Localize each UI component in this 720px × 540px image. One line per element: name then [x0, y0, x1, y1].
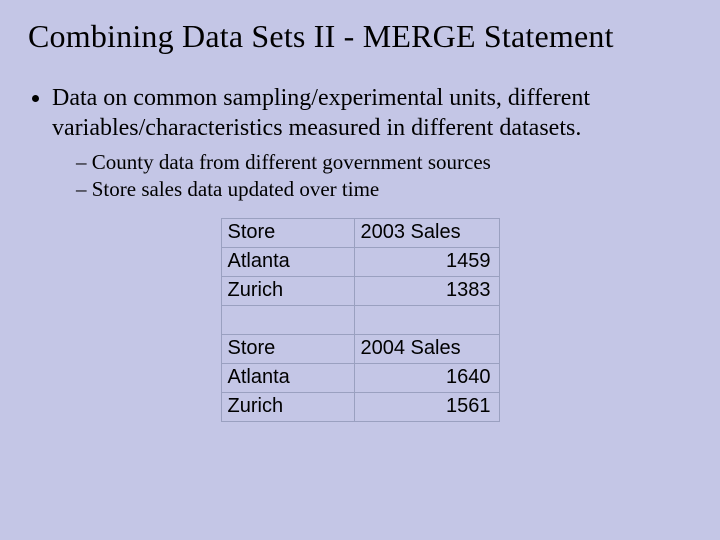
- table-empty-cell: [221, 305, 354, 334]
- table-header-cell: Store: [221, 334, 354, 363]
- table-cell: 1459: [354, 247, 499, 276]
- table-cell: Zurich: [221, 276, 354, 305]
- table-row: Zurich 1383: [221, 276, 499, 305]
- bullet-text: Data on common sampling/experimental uni…: [52, 85, 590, 141]
- bullet-list: Data on common sampling/experimental uni…: [52, 83, 692, 204]
- table-header-cell: 2003 Sales: [354, 218, 499, 247]
- table-cell: Atlanta: [221, 247, 354, 276]
- table-cell: 1383: [354, 276, 499, 305]
- slide-title: Combining Data Sets II - MERGE Statement: [28, 18, 692, 55]
- table-cell: Atlanta: [221, 363, 354, 392]
- table-cell: 1561: [354, 392, 499, 421]
- sub-bullet-list: County data from different government so…: [76, 149, 652, 204]
- table-row: Zurich 1561: [221, 392, 499, 421]
- table-row: Atlanta 1459: [221, 247, 499, 276]
- table-row: Store 2003 Sales: [221, 218, 499, 247]
- sub-bullet-item: County data from different government so…: [76, 149, 652, 176]
- table-spacer-row: [221, 305, 499, 334]
- table-header-cell: 2004 Sales: [354, 334, 499, 363]
- sub-bullet-item: Store sales data updated over time: [76, 176, 652, 203]
- table-cell: Zurich: [221, 392, 354, 421]
- table-row: Atlanta 1640: [221, 363, 499, 392]
- sales-table: Store 2003 Sales Atlanta 1459 Zurich 138…: [221, 218, 500, 422]
- table-row: Store 2004 Sales: [221, 334, 499, 363]
- table-container: Store 2003 Sales Atlanta 1459 Zurich 138…: [28, 218, 692, 422]
- table-header-cell: Store: [221, 218, 354, 247]
- bullet-item: Data on common sampling/experimental uni…: [52, 83, 692, 204]
- table-empty-cell: [354, 305, 499, 334]
- table-cell: 1640: [354, 363, 499, 392]
- slide: Combining Data Sets II - MERGE Statement…: [0, 0, 720, 540]
